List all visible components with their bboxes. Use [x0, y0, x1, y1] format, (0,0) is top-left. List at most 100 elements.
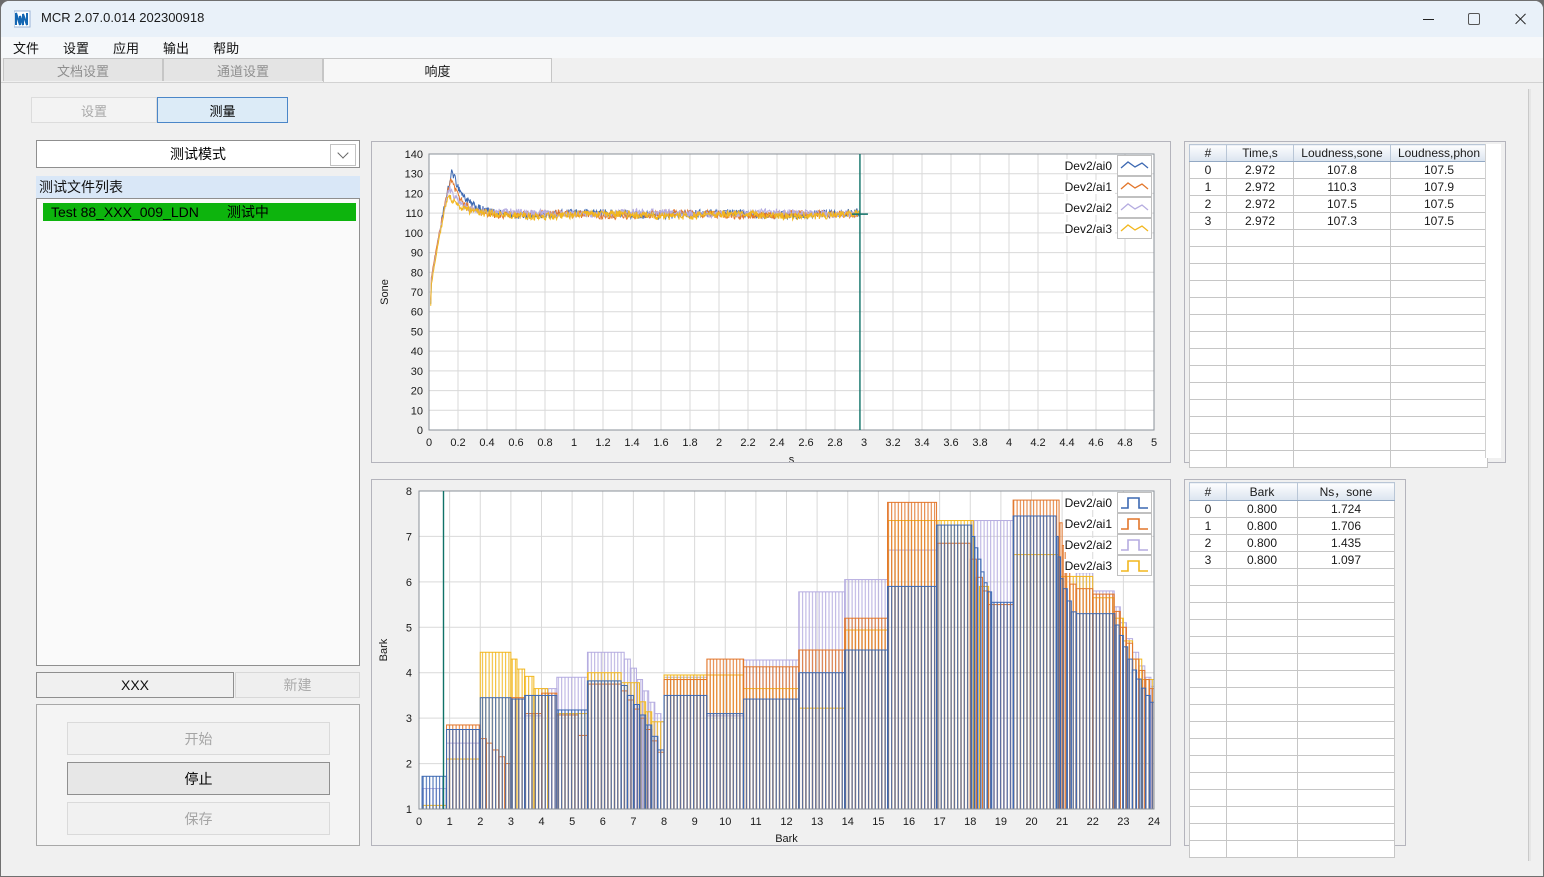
- table-cell[interactable]: 0: [1189, 500, 1227, 518]
- table-row: [1189, 738, 1395, 756]
- table-cell[interactable]: 0.800: [1226, 534, 1298, 552]
- menu-apply[interactable]: 应用: [101, 37, 151, 58]
- table-cell: [1189, 280, 1227, 298]
- test-file-list[interactable]: Test 88_XXX_009_LDN 测试中: [36, 198, 360, 666]
- table-row[interactable]: 3 2.972 107.3 107.5: [1189, 212, 1488, 230]
- svg-text:1: 1: [571, 437, 577, 449]
- table-cell: [1189, 772, 1227, 790]
- table-cell[interactable]: 3: [1189, 551, 1227, 569]
- dropdown-arrow-box[interactable]: [330, 144, 356, 166]
- table-row[interactable]: 2 0.800 1.435: [1189, 534, 1395, 552]
- table-row[interactable]: 1 0.800 1.706: [1189, 517, 1395, 535]
- table-cell[interactable]: 2: [1189, 195, 1227, 213]
- bark-table: # Bark Ns，sone 0 0.800 1.724 1 0.800 1.706 2 0.800…: [1189, 482, 1395, 858]
- svg-text:60: 60: [411, 307, 423, 319]
- legend-label: Dev2/ai2: [1063, 537, 1115, 552]
- table-cell[interactable]: 1.706: [1297, 517, 1395, 535]
- menu-file[interactable]: 文件: [1, 37, 51, 58]
- svg-text:8: 8: [406, 486, 412, 498]
- legend-entry: Dev2/ai2: [1063, 534, 1152, 555]
- subtab-measure-button[interactable]: 测量: [157, 97, 288, 123]
- table-cell: [1390, 297, 1488, 315]
- svg-text:s: s: [789, 454, 795, 462]
- table-cell[interactable]: 107.8: [1293, 161, 1391, 179]
- table-cell[interactable]: 2.972: [1226, 178, 1294, 196]
- tab-channel-settings[interactable]: 通道设置: [163, 58, 323, 81]
- table-cell: [1226, 399, 1294, 417]
- table-cell[interactable]: 3: [1189, 212, 1227, 230]
- table-cell: [1226, 365, 1294, 383]
- table-row[interactable]: 0 2.972 107.8 107.5: [1189, 161, 1488, 179]
- table-cell: [1226, 382, 1294, 400]
- menu-settings[interactable]: 设置: [51, 37, 101, 58]
- table-cell[interactable]: 107.5: [1390, 212, 1488, 230]
- table-cell: [1293, 246, 1391, 264]
- table-cell[interactable]: 110.3: [1293, 178, 1391, 196]
- svg-text:Bark: Bark: [378, 638, 390, 661]
- table-cell[interactable]: 1.724: [1297, 500, 1395, 518]
- svg-text:24: 24: [1148, 816, 1160, 828]
- table-cell: [1293, 450, 1391, 468]
- table-cell[interactable]: 1: [1189, 178, 1227, 196]
- table-row: [1189, 687, 1395, 705]
- legend-entry: Dev2/ai0: [1063, 492, 1152, 513]
- svg-text:4: 4: [538, 816, 544, 828]
- table-row[interactable]: 0 0.800 1.724: [1189, 500, 1395, 518]
- loudness-table-panel: # Time,s Loudness,sone Loudness,phon 0 2.972 1…: [1184, 141, 1506, 468]
- table-cell: [1297, 704, 1395, 722]
- histogram-series-icon: [1117, 534, 1152, 555]
- tab-loudness[interactable]: 响度: [323, 58, 552, 82]
- list-item[interactable]: Test 88_XXX_009_LDN 测试中: [43, 203, 356, 221]
- tab-document-settings[interactable]: 文档设置: [3, 58, 163, 81]
- xxx-button[interactable]: XXX: [36, 672, 234, 698]
- column-header[interactable]: #: [1189, 482, 1227, 501]
- column-header[interactable]: Ns，sone: [1297, 482, 1395, 501]
- close-button[interactable]: [1497, 1, 1543, 37]
- table-cell[interactable]: 107.5: [1390, 161, 1488, 179]
- table-row: [1189, 721, 1395, 739]
- table-cell[interactable]: 0.800: [1226, 517, 1298, 535]
- stop-button[interactable]: 停止: [67, 762, 330, 795]
- table-cell[interactable]: 2.972: [1226, 212, 1294, 230]
- subtab-settings-button[interactable]: 设置: [31, 97, 157, 123]
- menu-help[interactable]: 帮助: [201, 37, 251, 58]
- table-row[interactable]: 2 2.972 107.5 107.5: [1189, 195, 1488, 213]
- table-cell[interactable]: 1.097: [1297, 551, 1395, 569]
- column-header[interactable]: Loudness,sone: [1293, 144, 1391, 162]
- maximize-button[interactable]: [1451, 1, 1497, 37]
- svg-text:3.2: 3.2: [885, 437, 900, 449]
- table-cell[interactable]: 0: [1189, 161, 1227, 179]
- table-cell[interactable]: 0.800: [1226, 500, 1298, 518]
- svg-text:3.8: 3.8: [972, 437, 987, 449]
- table-row[interactable]: 3 0.800 1.097: [1189, 551, 1395, 569]
- column-header[interactable]: Loudness,phon: [1390, 144, 1488, 162]
- table-cell[interactable]: 2.972: [1226, 161, 1294, 179]
- table-scrollbar[interactable]: [1485, 144, 1501, 458]
- loudness-table: # Time,s Loudness,sone Loudness,phon 0 2.972 1…: [1189, 144, 1488, 468]
- table-cell[interactable]: 1.435: [1297, 534, 1395, 552]
- table-row[interactable]: 1 2.972 110.3 107.9: [1189, 178, 1488, 196]
- table-cell: [1293, 297, 1391, 315]
- table-cell[interactable]: 2: [1189, 534, 1227, 552]
- table-cell[interactable]: 107.9: [1390, 178, 1488, 196]
- svg-text:110: 110: [405, 208, 423, 220]
- svg-text:6: 6: [406, 577, 412, 589]
- minimize-button[interactable]: [1405, 1, 1451, 37]
- svg-text:3.4: 3.4: [914, 437, 929, 449]
- table-row: [1189, 348, 1488, 366]
- table-cell[interactable]: 107.3: [1293, 212, 1391, 230]
- menu-output[interactable]: 输出: [151, 37, 201, 58]
- column-header[interactable]: Time,s: [1226, 144, 1294, 162]
- table-cell[interactable]: 107.5: [1293, 195, 1391, 213]
- column-header[interactable]: #: [1189, 144, 1227, 162]
- table-cell: [1226, 840, 1298, 858]
- test-mode-select[interactable]: 测试模式: [36, 140, 360, 168]
- table-cell[interactable]: 2.972: [1226, 195, 1294, 213]
- table-cell: [1293, 263, 1391, 281]
- svg-text:0: 0: [416, 816, 422, 828]
- table-cell[interactable]: 107.5: [1390, 195, 1488, 213]
- column-header[interactable]: Bark: [1226, 482, 1298, 501]
- table-row: [1189, 280, 1488, 298]
- table-cell[interactable]: 1: [1189, 517, 1227, 535]
- table-cell[interactable]: 0.800: [1226, 551, 1298, 569]
